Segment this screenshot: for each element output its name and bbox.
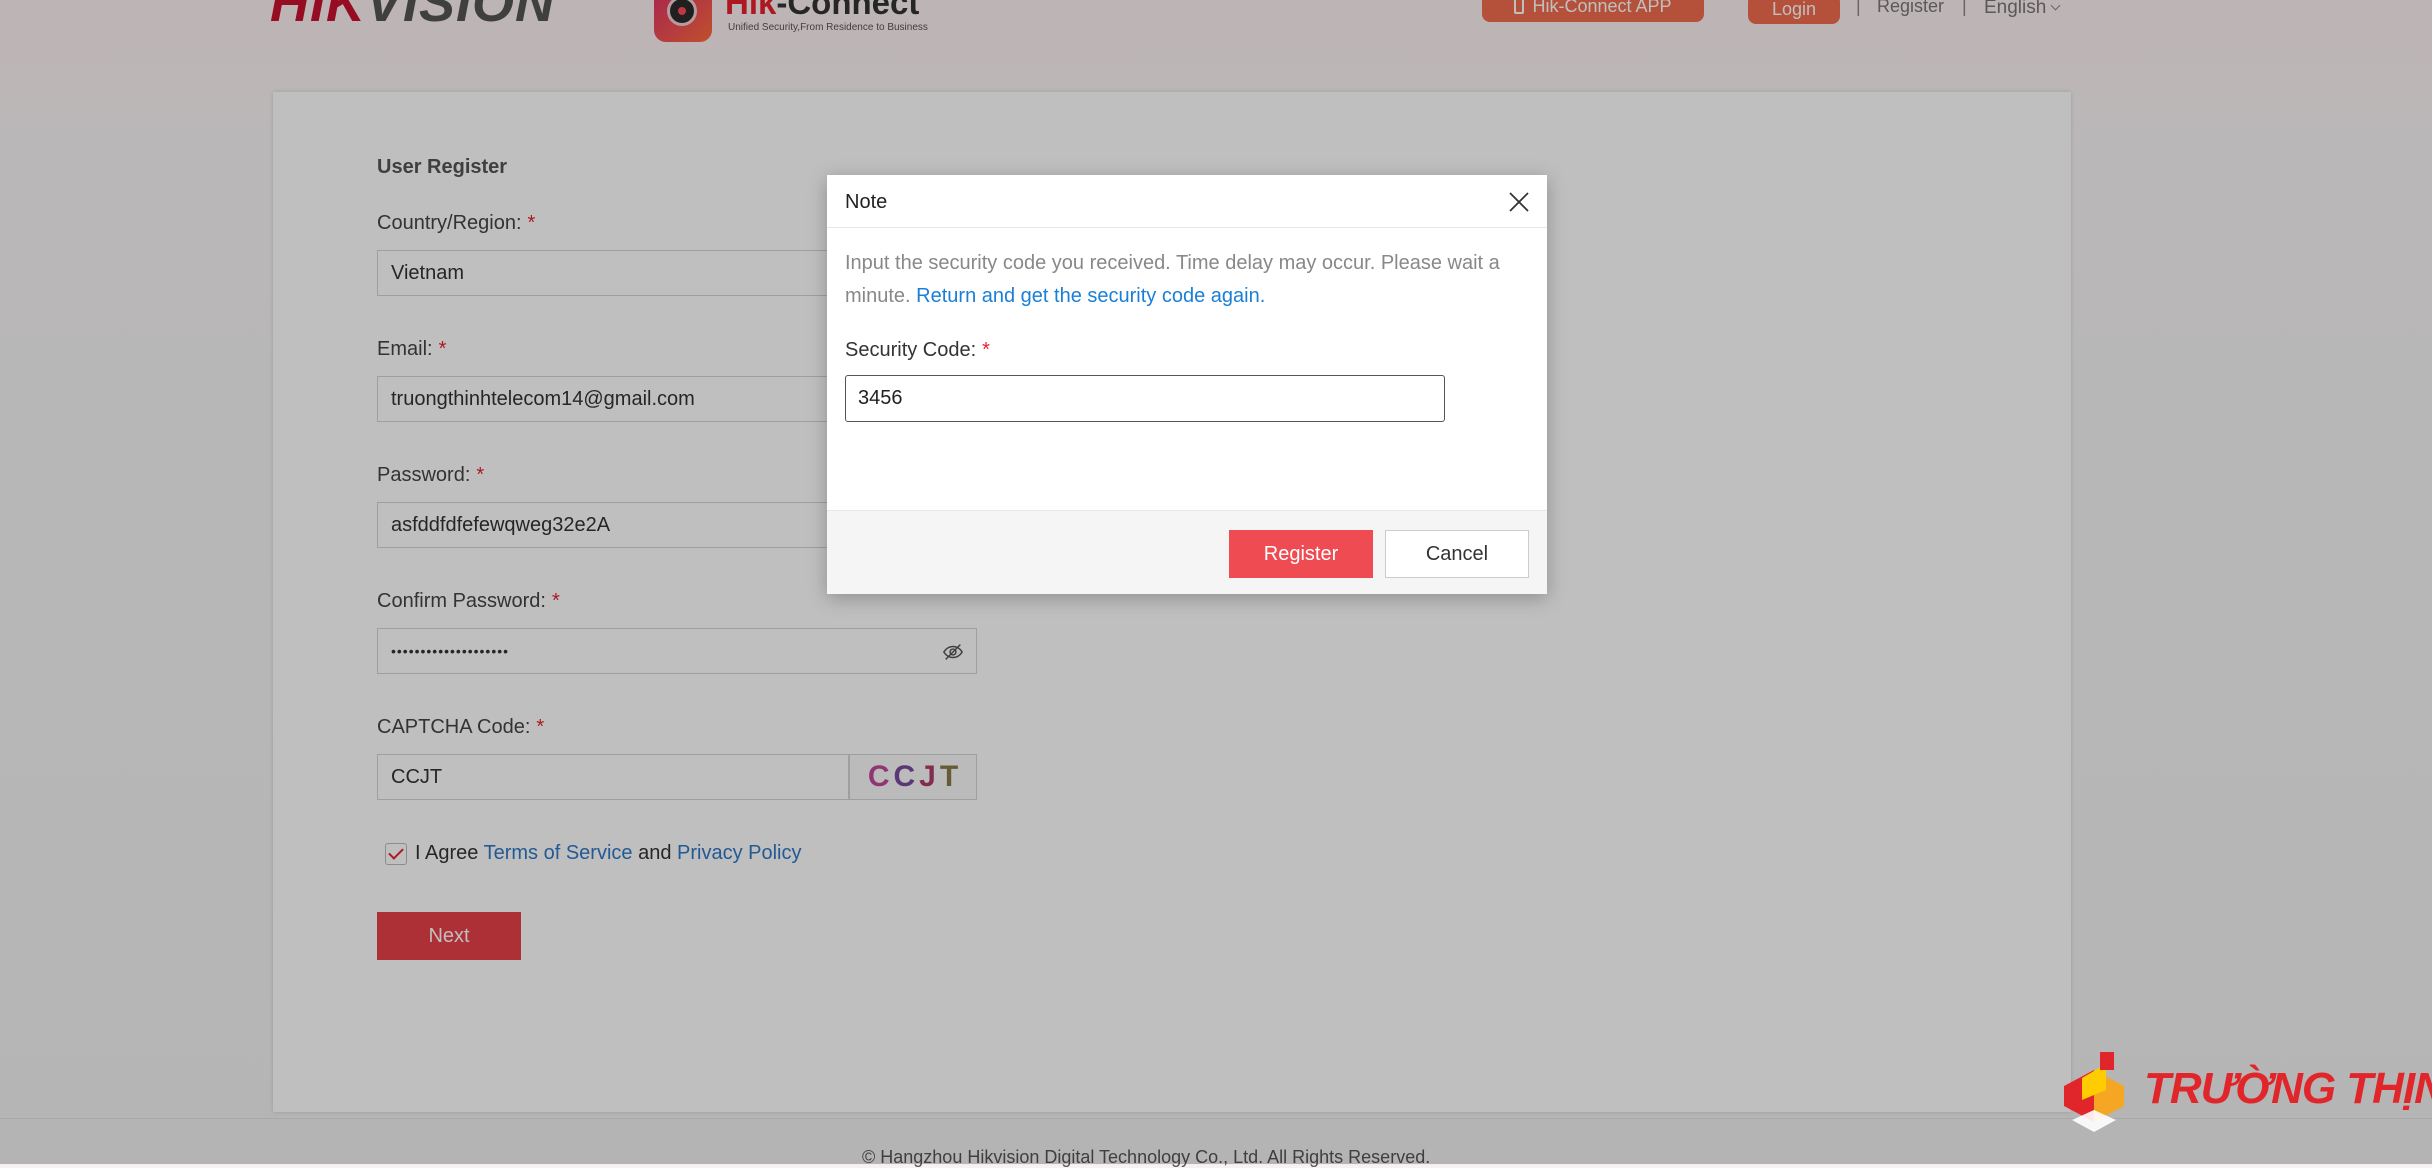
dialog-header: Note [827, 175, 1547, 228]
truong-thinh-logo-icon [2064, 1052, 2124, 1132]
resend-code-link[interactable]: Return and get the security code again. [916, 285, 1265, 307]
security-code-input[interactable] [845, 375, 1445, 422]
truong-thinh-watermark: TRƯỜNG THỊNH [2058, 1050, 2432, 1136]
cancel-button[interactable]: Cancel [1385, 530, 1529, 578]
watermark-text: TRƯỜNG THỊNH [2144, 1064, 2432, 1113]
close-icon[interactable] [1507, 190, 1531, 214]
dialog-message: Input the security code you received. Ti… [845, 252, 1500, 307]
security-code-dialog: Note Input the security code you receive… [827, 175, 1547, 594]
register-button[interactable]: Register [1229, 530, 1373, 578]
dialog-footer: Register Cancel [827, 510, 1547, 594]
dialog-title: Note [845, 191, 888, 213]
security-code-label: Security Code: * [845, 339, 990, 361]
